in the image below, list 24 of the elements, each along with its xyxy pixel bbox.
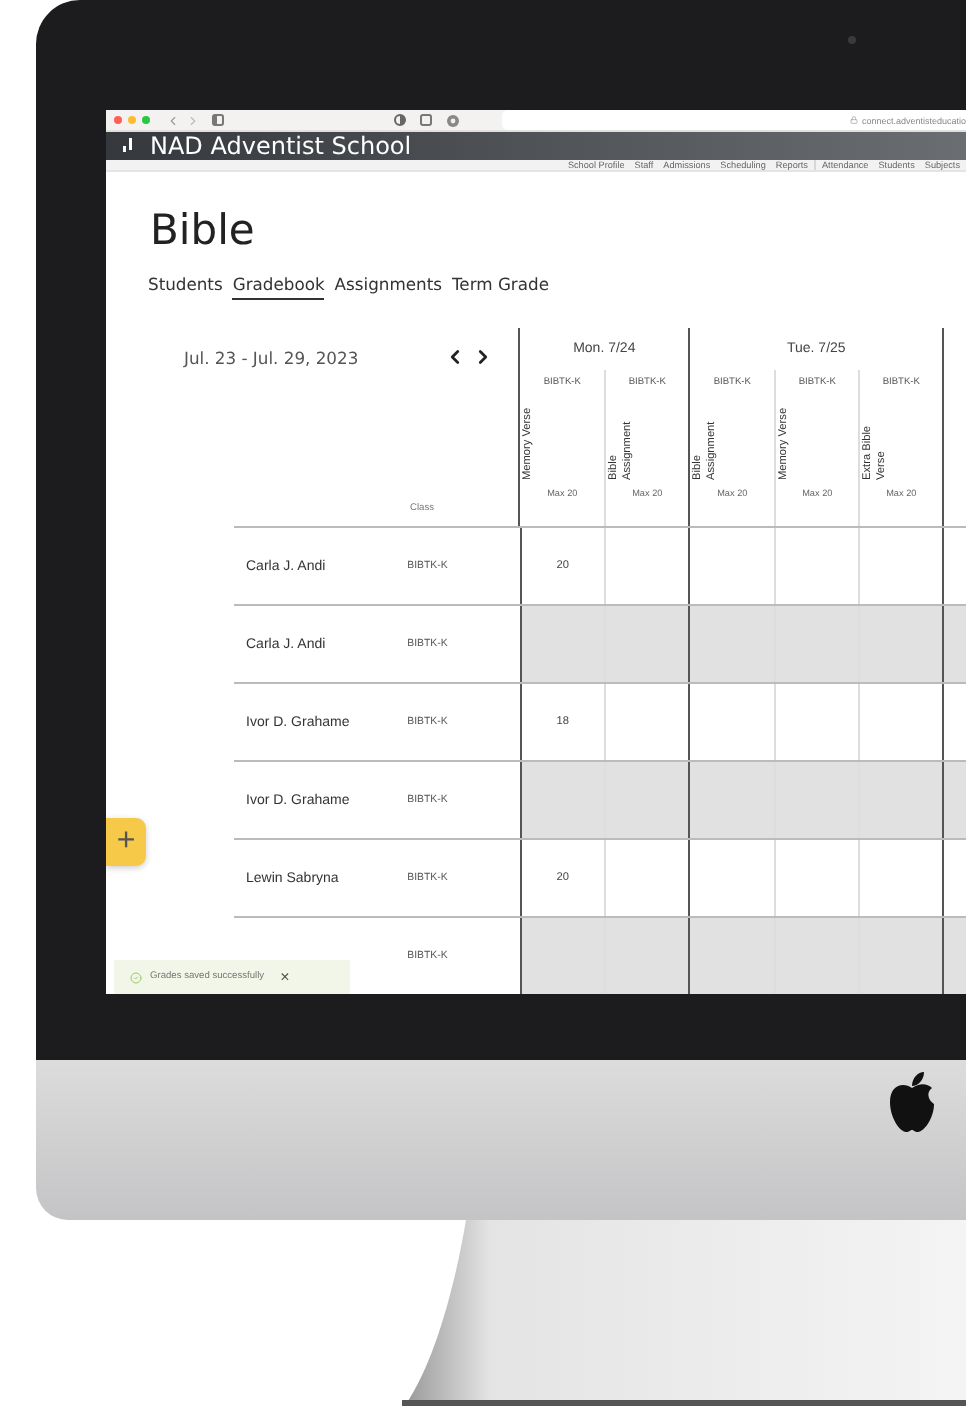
sidebar-icon[interactable] [212,114,224,126]
close-button[interactable]: × [280,969,290,985]
lock-icon [849,116,858,124]
disabled-grade-cell [942,918,966,994]
add-button[interactable]: + [106,818,146,866]
close-dot-icon[interactable] [114,116,122,124]
contrast-icon[interactable] [394,114,406,126]
apple-icon [886,1070,938,1134]
tab[interactable]: Students [148,274,223,300]
back-icon[interactable] [166,113,180,127]
school-logo-icon [122,138,134,154]
zoom-dot-icon[interactable] [142,116,150,124]
school-name: NAD Adventist School [150,132,412,160]
check-icon [130,971,142,983]
minimize-dot-icon[interactable] [128,116,136,124]
tab[interactable]: Assignments [334,274,442,300]
forward-icon[interactable] [186,113,200,127]
page-title: Bible [150,206,257,254]
tab[interactable]: Gradebook [232,274,325,300]
extension-icon[interactable] [420,114,432,126]
disabled-grade-cell [942,606,966,682]
disabled-grade-cell [942,762,966,838]
date-range: Jul. 23 - Jul. 29, 2023 [184,347,361,367]
tab[interactable]: Term Grade [451,274,549,300]
